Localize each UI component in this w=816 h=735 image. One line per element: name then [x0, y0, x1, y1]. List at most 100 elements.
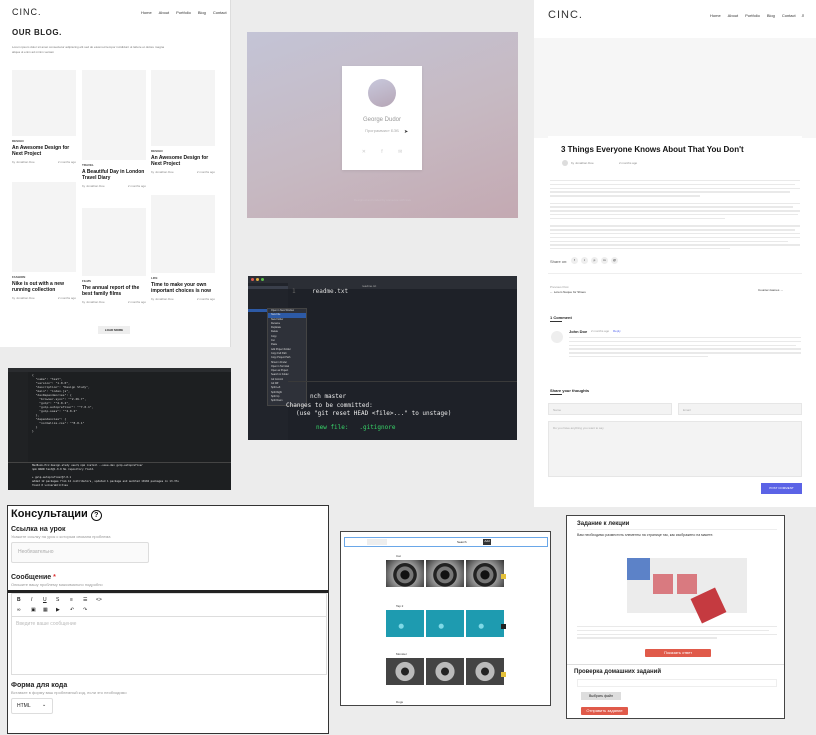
card-category[interactable]: FASHION — [12, 275, 76, 279]
linkedin-icon[interactable]: in — [601, 257, 608, 264]
nav-about[interactable]: About — [159, 10, 169, 16]
search-bar[interactable]: Search Add — [344, 537, 548, 547]
post-logo[interactable]: CINC. — [548, 9, 583, 21]
close-icon[interactable] — [251, 278, 254, 281]
blog-card[interactable]: LIFE Time to make your own important cho… — [151, 195, 215, 301]
search-button[interactable]: Search — [457, 540, 467, 544]
comment-input[interactable] — [577, 679, 777, 687]
blog-logo[interactable]: CINC. — [12, 7, 42, 17]
underline-icon[interactable]: U — [43, 597, 47, 603]
nav-home[interactable]: Home — [141, 10, 152, 16]
maximize-icon[interactable] — [261, 278, 264, 281]
card-image[interactable] — [12, 182, 76, 272]
search-icon[interactable]: ⌕ — [802, 13, 805, 19]
card-image[interactable] — [151, 70, 215, 146]
editor-text[interactable]: readme.txt — [312, 288, 348, 295]
blog-card[interactable]: FILMS The annual report of the best fami… — [82, 208, 146, 304]
card-title[interactable]: The annual report of the best family fil… — [82, 285, 146, 297]
tree-item[interactable] — [248, 286, 288, 289]
facebook-icon[interactable]: f — [571, 257, 578, 264]
minimize-icon[interactable] — [256, 278, 259, 281]
card-category[interactable]: FILMS — [82, 279, 146, 283]
card-title[interactable]: Time to make your own important choices … — [151, 282, 215, 294]
nav-blog[interactable]: Blog — [198, 10, 206, 16]
tab-readme[interactable]: readme.txt — [362, 283, 376, 289]
card-title[interactable]: Nike is out with a new running collectio… — [12, 281, 76, 293]
italic-icon[interactable]: I — [31, 597, 32, 603]
blog-card[interactable]: TRAVEL A Beautiful Day in London Travel … — [82, 70, 146, 188]
card-title[interactable]: An Awesome Design for Next Project — [12, 145, 76, 157]
card-title[interactable]: A Beautiful Day in London Travel Diary — [82, 169, 146, 181]
email-input[interactable]: Email — [678, 403, 802, 415]
gallery-thumbnail[interactable] — [386, 560, 424, 587]
twitter-icon[interactable]: t — [581, 257, 588, 264]
choose-file-button[interactable]: Выбрать файл — [581, 692, 621, 700]
gallery-thumbnail[interactable] — [426, 560, 464, 587]
message-textarea[interactable]: Do you have anything you want to say — [548, 421, 802, 477]
load-more-button[interactable]: LOAD MORE — [98, 326, 130, 334]
card-image[interactable] — [82, 208, 146, 276]
blog-card[interactable]: DESIGN An Awesome Design for Next Projec… — [12, 70, 76, 164]
video-icon[interactable]: ▶ — [56, 607, 60, 613]
blog-card[interactable]: FASHION Nike is out with a new running c… — [12, 182, 76, 300]
pinterest-icon[interactable]: p — [591, 257, 598, 264]
strikethrough-icon[interactable]: S — [56, 597, 59, 603]
json-code[interactable]: { "name": "test", "version": "1.0.0", "d… — [32, 373, 93, 433]
ordered-list-icon[interactable]: ≡ — [70, 597, 73, 603]
next-post-title[interactable]: Counter-Games — [758, 288, 779, 292]
twitter-icon[interactable]: ✕ — [362, 149, 366, 155]
submit-homework-button[interactable]: Отправить задание — [581, 707, 628, 715]
card-title[interactable]: An Awesome Design for Next Project — [151, 155, 215, 167]
image-icon[interactable]: ▣ — [31, 607, 36, 613]
nav-portfolio[interactable]: Portfolio — [745, 13, 760, 19]
card-image[interactable] — [82, 70, 146, 160]
message-textarea[interactable]: Введите ваше сообщение — [11, 617, 327, 675]
mail-icon[interactable]: @ — [611, 257, 618, 264]
link-icon[interactable]: ∞ — [17, 607, 21, 613]
undo-icon[interactable]: ↶ — [70, 607, 74, 613]
help-icon[interactable]: ? — [90, 510, 102, 521]
post-author[interactable]: by Jonathan Doe — [571, 161, 594, 165]
name-input[interactable]: Name — [548, 403, 672, 415]
gallery-thumbnail[interactable] — [426, 658, 464, 685]
card-category[interactable]: LIFE — [151, 276, 215, 280]
show-answer-button[interactable]: Показать ответ — [645, 649, 711, 657]
card-image[interactable] — [12, 70, 76, 136]
gallery-thumbnail[interactable] — [386, 658, 424, 685]
reply-link[interactable]: Reply — [613, 329, 621, 333]
bullet-list-icon[interactable]: ☰ — [83, 597, 87, 603]
prev-post-title[interactable]: Lorem Neque for Shoes — [554, 290, 586, 294]
mail-icon[interactable]: ✉ — [398, 149, 402, 155]
nav-portfolio[interactable]: Portfolio — [176, 10, 191, 16]
post-comment-button[interactable]: POST COMMENT — [761, 483, 802, 494]
lesson-link-input[interactable]: Необязательно — [11, 542, 149, 563]
nav-contact[interactable]: Contact — [213, 10, 227, 16]
play-icon[interactable] — [501, 672, 506, 677]
gallery-thumbnail[interactable] — [466, 658, 504, 685]
prev-post-link[interactable]: ← Lorem Neque for Shoes — [550, 290, 586, 294]
gallery-thumbnail[interactable] — [426, 610, 464, 637]
play-icon[interactable] — [501, 624, 506, 629]
facebook-icon[interactable]: f — [381, 149, 382, 155]
language-select[interactable]: HTML ⌄ — [11, 698, 53, 714]
card-category[interactable]: DESIGN — [151, 149, 215, 153]
search-input[interactable] — [367, 539, 387, 545]
bold-icon[interactable]: B — [17, 597, 21, 603]
table-icon[interactable]: ▦ — [43, 607, 48, 613]
card-category[interactable]: DESIGN — [12, 139, 76, 143]
gallery-thumbnail[interactable] — [386, 610, 424, 637]
gallery-thumbnail[interactable] — [466, 610, 504, 637]
next-post-link[interactable]: Counter-Games → — [758, 288, 783, 292]
add-button[interactable]: Add — [483, 539, 491, 545]
code-icon[interactable]: <> — [96, 597, 102, 603]
nav-about[interactable]: About — [728, 13, 738, 19]
card-image[interactable] — [151, 195, 215, 273]
nav-blog[interactable]: Blog — [767, 13, 775, 19]
gallery-thumbnail[interactable] — [466, 560, 504, 587]
play-icon[interactable] — [501, 574, 506, 579]
nav-contact[interactable]: Contact — [782, 13, 796, 19]
blog-card[interactable]: DESIGN An Awesome Design for Next Projec… — [151, 70, 215, 174]
card-category[interactable]: TRAVEL — [82, 163, 146, 167]
redo-icon[interactable]: ↷ — [83, 607, 87, 613]
nav-home[interactable]: Home — [710, 13, 721, 19]
